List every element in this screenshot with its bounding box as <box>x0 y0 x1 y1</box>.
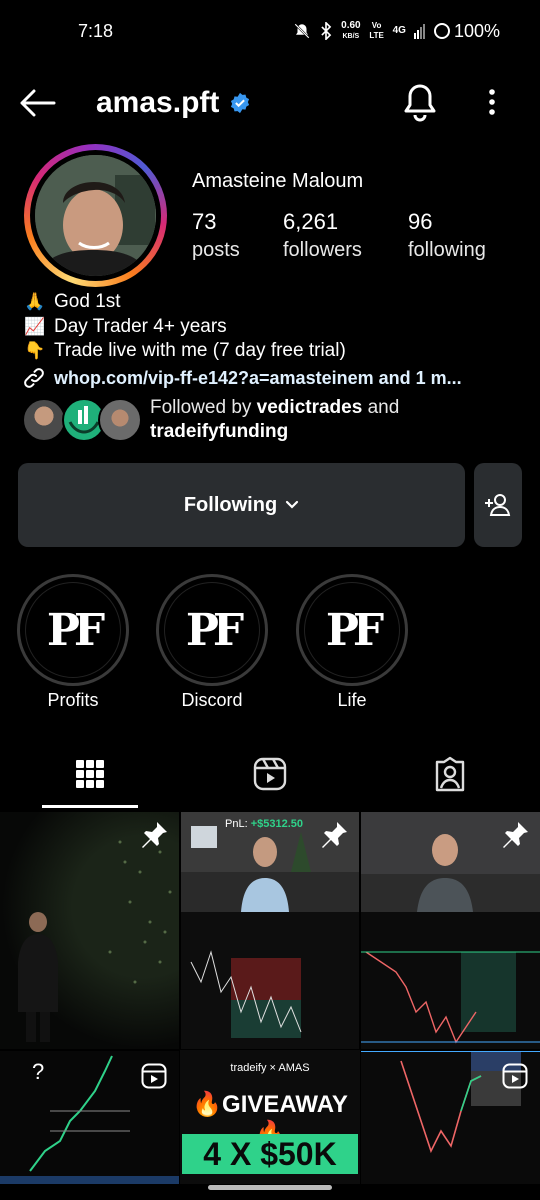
volte-indicator: Vo LTE <box>369 21 384 40</box>
tab-reels[interactable] <box>180 738 360 810</box>
bio-line: 📈 Day Trader 4+ years <box>22 315 346 340</box>
battery-indicator: 100% <box>433 21 500 42</box>
pf-logo-icon: PF <box>25 582 121 678</box>
avatar <box>35 155 156 276</box>
followed-by-text: Followed by vedictrades and tradeifyfund… <box>150 397 400 442</box>
post-thumbnail[interactable] <box>0 812 179 1049</box>
pf-logo-icon: PF <box>164 582 260 678</box>
highlight-label: Life <box>337 690 367 710</box>
signal-indicator: 4G <box>392 25 406 36</box>
bio-text: Trade live with me (7 day free trial) <box>54 340 346 361</box>
bio-line: 👇 Trade live with me (7 day free trial) <box>22 339 346 364</box>
pin-icon <box>503 822 528 848</box>
signal-bars-icon <box>413 24 425 39</box>
reel-icon <box>141 1063 167 1089</box>
avatar <box>98 398 142 442</box>
bio-text: Day Trader 4+ years <box>54 315 227 337</box>
avatar <box>22 398 66 442</box>
profile-link[interactable]: whop.com/vip-ff-e142?a=amasteinem and 1 … <box>22 366 462 390</box>
profile-avatar-button[interactable] <box>24 144 167 287</box>
profile-header: amas.pft <box>0 62 540 144</box>
grid-icon <box>76 760 104 788</box>
profile-bio: 🙏 God 1st 📈 Day Trader 4+ years 👇 Trade … <box>22 290 346 364</box>
reels-icon <box>253 757 287 791</box>
avatar-photo <box>35 155 156 276</box>
stat-posts-count: 73 <box>192 209 217 234</box>
post-thumbnail[interactable] <box>361 812 540 1049</box>
following-button-label: Following <box>183 493 278 516</box>
post-thumbnail[interactable]: ? <box>0 1051 179 1184</box>
vertical-dots-icon <box>489 89 495 115</box>
bell-muted-icon <box>294 23 310 39</box>
mutual-avatars <box>22 397 142 443</box>
status-icons: 0.60 KB/S Vo LTE 4G 100% <box>293 19 500 42</box>
highlight-profits[interactable]: PF Profits <box>17 574 129 711</box>
profile-link-text: whop.com/vip-ff-e142?a=amasteinem and 1 … <box>54 367 462 388</box>
network-speed: 0.60 KB/S <box>341 19 361 40</box>
giveaway-prize: 4 X $50K <box>182 1134 358 1174</box>
giveaway-brand: tradeify × AMAS <box>230 1062 310 1074</box>
reel-icon <box>502 1063 528 1089</box>
header-username: amas.pft <box>96 86 220 119</box>
stat-followers-count: 6,261 <box>283 209 339 234</box>
highlight-life[interactable]: PF Life <box>296 574 408 711</box>
arrow-left-icon <box>20 89 56 117</box>
stat-followers[interactable]: 6,261 followers <box>283 208 362 264</box>
praying-hands-icon: 🙏 <box>24 292 46 311</box>
battery-icon <box>433 23 450 39</box>
stat-following-count: 96 <box>408 209 433 234</box>
post-thumbnail[interactable]: tradeify × AMAS 🔥GIVEAWAY🔥 4 X $50K <box>180 1050 360 1184</box>
bio-line: 🙏 God 1st <box>22 290 346 315</box>
pin-icon <box>322 822 347 848</box>
profile-tabs <box>0 738 540 810</box>
verified-badge-icon <box>231 92 250 114</box>
back-button[interactable] <box>18 83 58 123</box>
highlight-label: Discord <box>181 690 243 710</box>
bio-text: God 1st <box>54 291 121 312</box>
profile-full-name: Amasteine Maloum <box>192 170 364 192</box>
link-icon <box>24 368 44 388</box>
post-thumbnail[interactable]: PnL: +$5312.50 <box>181 812 359 1049</box>
follower-name[interactable]: tradeifyfunding <box>150 421 288 442</box>
pointing-down-icon: 👇 <box>24 341 46 360</box>
status-time: 7:18 <box>78 20 114 41</box>
chevron-down-icon <box>286 500 299 509</box>
bell-icon <box>404 84 436 122</box>
highlight-label: Profits <box>47 690 99 710</box>
followed-by[interactable]: Followed by vedictrades and tradeifyfund… <box>22 396 399 444</box>
stat-posts[interactable]: 73 posts <box>192 208 240 264</box>
more-options-button[interactable] <box>480 82 504 122</box>
notifications-button[interactable] <box>402 82 442 122</box>
svg-text:?: ? <box>32 1059 44 1084</box>
pnl-readout: PnL: +$5312.50 <box>225 818 303 830</box>
stat-followers-label: followers <box>283 239 362 261</box>
pf-logo-icon: PF <box>304 582 400 678</box>
bluetooth-icon <box>321 22 332 40</box>
highlight-discord[interactable]: PF Discord <box>156 574 268 711</box>
home-indicator[interactable] <box>208 1185 332 1190</box>
post-thumbnail[interactable] <box>361 1051 540 1184</box>
tab-tagged[interactable] <box>360 738 540 810</box>
tab-posts[interactable] <box>0 738 180 810</box>
status-bar: 7:18 0.60 KB/S Vo LTE 4G 100% <box>0 0 540 62</box>
stat-posts-label: posts <box>192 239 240 261</box>
suggested-users-button[interactable] <box>474 463 522 547</box>
stat-following-label: following <box>408 239 486 261</box>
follower-name[interactable]: vedictrades <box>257 397 363 418</box>
following-button[interactable]: Following <box>18 463 465 547</box>
chart-up-icon: 📈 <box>24 316 46 336</box>
pin-icon <box>142 822 167 848</box>
add-user-icon <box>485 494 511 516</box>
post-grid: PnL: +$5312.50 ? tradeify × AMAS 🔥GIVEAW… <box>0 812 540 1184</box>
stat-following[interactable]: 96 following <box>408 208 486 264</box>
tagged-person-icon <box>435 756 465 792</box>
